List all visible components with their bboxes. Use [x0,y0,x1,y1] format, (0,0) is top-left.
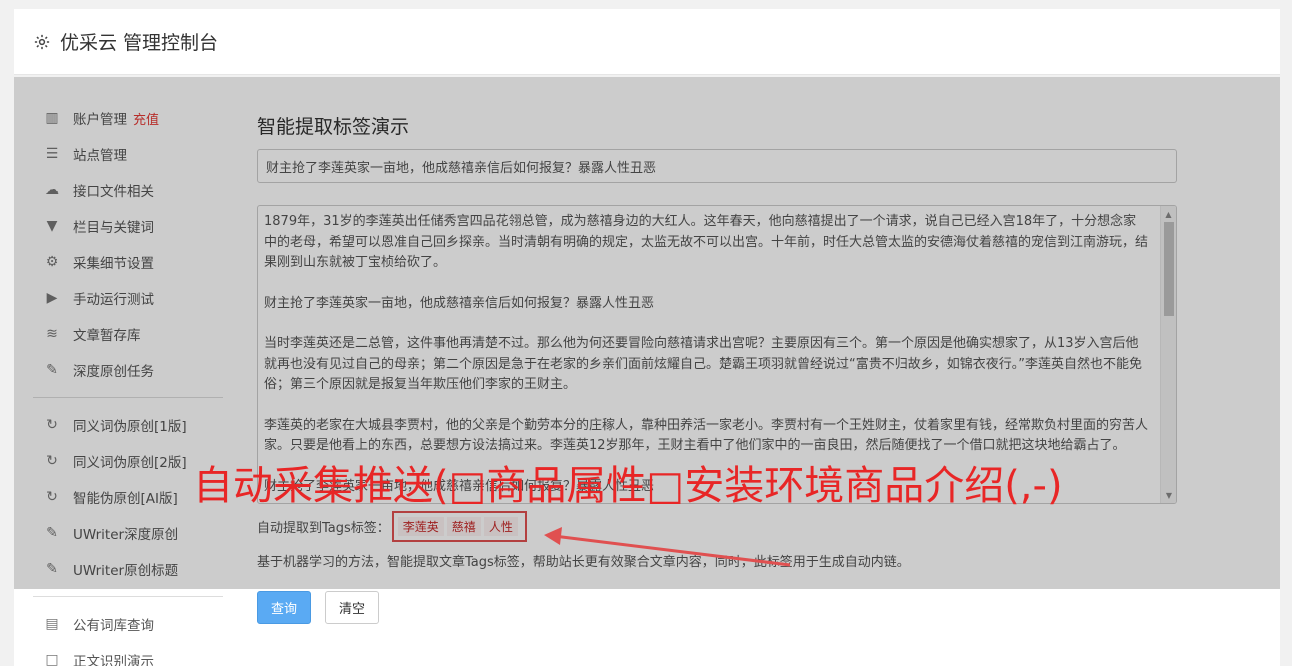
sidebar-divider [33,596,223,597]
database-icon: ≋ [46,326,58,342]
annotation-arrow-icon [544,527,791,567]
content-paragraph: 李莲英的老家在大城县李贾村，他的父亲是个勤劳本分的庄稼人，靠种田养活一家老小。李… [264,417,1149,454]
content-paragraph: 1879年，31岁的李莲英出任储秀宫四品花翎总管，成为慈禧身边的大红人。这年春天… [264,214,1149,270]
square-icon: □ [45,652,59,666]
server-icon: ☰ [45,146,59,162]
sidebar-item-label: 文章暂存库 [73,328,141,344]
book-icon: ▤ [45,616,59,632]
sidebar-item[interactable]: ▼ 栏目与关键词 [33,208,223,244]
sidebar-item-label: 正文识别演示 [73,654,154,666]
scroll-thumb[interactable] [1164,222,1174,316]
cloud-upload-icon: ☁ [45,182,59,198]
sidebar: ▥ 账户管理 充值 ☰ 站点管理 ☁ 接口文件相关 ▼ 栏目与关键词 ⚙ 采集细节设置 ▶ 手动运行测试… [33,100,223,666]
sidebar-item-label: 接口文件相关 [73,184,154,200]
edit-icon: ✎ [46,525,58,541]
main-area: 智能提取标签演示 1879年，31岁的李莲英出任储秀宫四品花翎总管，成为慈禧身边… [257,100,1177,624]
clear-button[interactable]: 清空 [325,591,379,624]
sidebar-item[interactable]: ↻ 同义词伪原创[1版] [33,407,223,443]
tag-chip[interactable]: 李莲英 [397,516,444,536]
content-paragraph: 财主抢了李莲英家一亩地，他成慈禧亲信后如何报复？暴露人性丑恶 [264,295,655,311]
refresh-icon: ↻ [46,489,58,505]
tag-chip[interactable]: 慈禧 [446,516,481,536]
tags-highlight-box: 李莲英 慈禧 人性 [391,510,527,542]
bar-chart-icon: ▥ [45,110,59,126]
query-button[interactable]: 查询 [257,591,311,624]
sidebar-item[interactable]: ≋ 文章暂存库 [33,316,223,352]
content-paragraph: 当时李莲英还是二总管，这件事他再清楚不过。那么他为何还要冒险向慈禧请求出宫呢？主… [264,336,1142,392]
refresh-icon: ↻ [46,417,58,433]
sidebar-item[interactable]: ▤ 公有词库查询 [33,606,223,642]
edit-icon: ✎ [46,362,58,378]
refresh-icon: ↻ [46,453,58,469]
sidebar-item-label: 手动运行测试 [73,292,154,308]
sidebar-item-label: 站点管理 [73,148,127,164]
sidebar-item[interactable]: ⚙ 采集细节设置 [33,244,223,280]
title-input[interactable] [257,149,1177,183]
recharge-link[interactable]: 充值 [133,109,159,128]
sidebar-item-label: UWriter原创标题 [73,563,179,579]
sidebar-divider [33,397,223,398]
sidebar-item[interactable]: □ 正文识别演示 [33,642,223,666]
gear-icon [32,32,52,52]
sidebar-item[interactable]: ▥ 账户管理 充值 [33,100,223,136]
sidebar-item[interactable]: ✎ UWriter深度原创 [33,515,223,551]
sidebar-item-label: 智能伪原创[AI版] [73,491,178,507]
sidebar-item[interactable]: ✎ 深度原创任务 [33,352,223,388]
page-title: 智能提取标签演示 [257,116,410,138]
cogs-icon: ⚙ [45,254,59,270]
sidebar-item-label: 账户管理 [73,112,127,128]
scroll-down-icon[interactable]: ▼ [1161,487,1176,503]
sidebar-item-label: UWriter深度原创 [73,527,179,543]
scrollbar[interactable]: ▲ ▼ [1160,206,1176,503]
edit-icon: ✎ [46,561,58,577]
sidebar-item-label: 栏目与关键词 [73,220,154,236]
filter-icon: ▼ [46,218,58,234]
sidebar-item[interactable]: ☰ 站点管理 [33,136,223,172]
sidebar-item-label: 公有词库查询 [73,618,154,634]
app-title: 优采云 管理控制台 [60,32,219,54]
tags-row: 自动提取到Tags标签： 李莲英 慈禧 人性 [257,510,527,542]
sidebar-item-label: 深度原创任务 [73,364,154,380]
watermark-text: 自动采集推送(□商品属性□安装环境商品介绍(,-) [193,463,1063,509]
tags-label: 自动提取到Tags标签： [257,520,390,536]
sidebar-item[interactable]: ✎ UWriter原创标题 [33,551,223,587]
sidebar-item-label: 采集细节设置 [73,256,154,272]
play-circle-icon: ▶ [46,290,58,306]
scroll-up-icon[interactable]: ▲ [1161,206,1176,222]
tag-chip[interactable]: 人性 [483,516,518,536]
sidebar-item-label: 同义词伪原创[2版] [73,455,187,471]
top-header: 优采云 管理控制台 [14,9,1280,75]
sidebar-item[interactable]: ☁ 接口文件相关 [33,172,223,208]
sidebar-item[interactable]: ▶ 手动运行测试 [33,280,223,316]
sidebar-item-label: 同义词伪原创[1版] [73,419,187,435]
